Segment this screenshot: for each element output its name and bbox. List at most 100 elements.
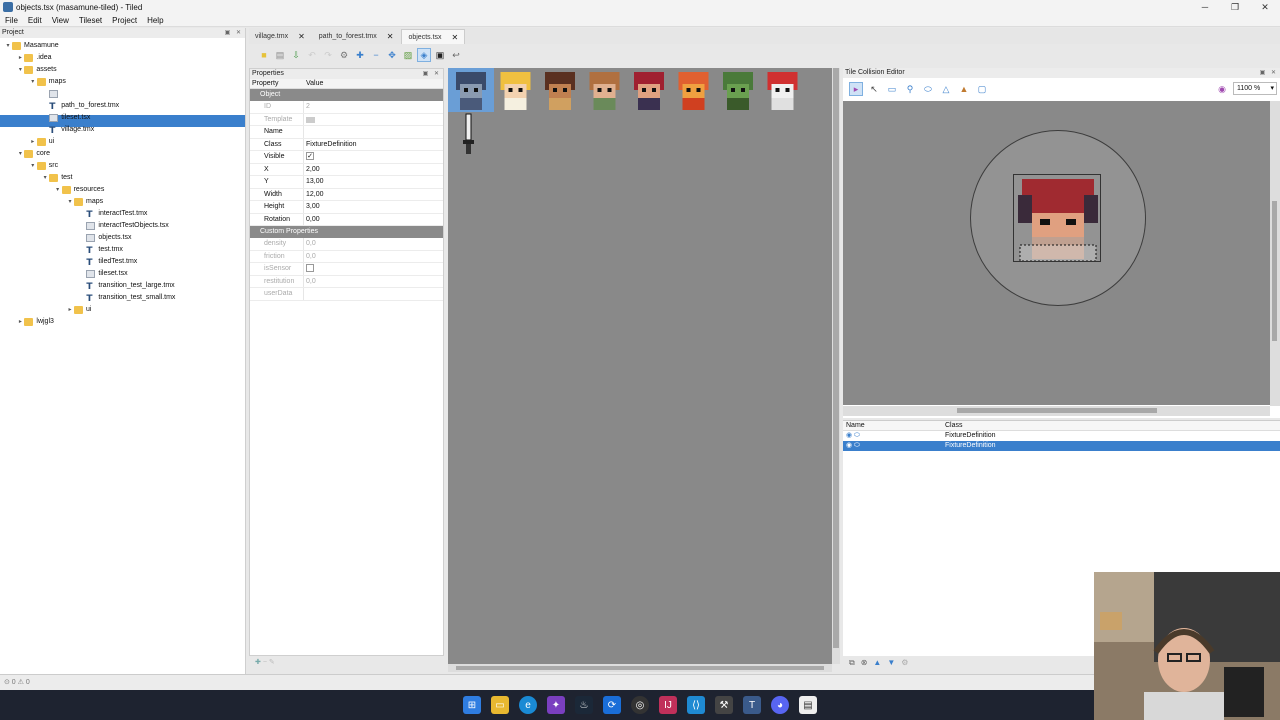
property-row[interactable]: X 2,00 xyxy=(250,163,443,176)
tree-item[interactable]: transition_test_small.tmx xyxy=(78,292,175,304)
minimize-button[interactable]: ─ xyxy=(1190,0,1220,14)
property-row[interactable]: Y 13,00 xyxy=(250,176,443,189)
add-tile-icon[interactable]: ✚ xyxy=(353,48,367,62)
template-icon[interactable] xyxy=(306,116,315,123)
scroll-thumb[interactable] xyxy=(833,68,839,648)
chevron-down-icon[interactable]: ▾ xyxy=(41,172,49,184)
close-tab-icon[interactable]: ✕ xyxy=(387,32,394,41)
property-row[interactable]: Template xyxy=(250,113,443,126)
tree-item[interactable]: objects.tsx xyxy=(78,232,131,244)
property-row[interactable]: ID 2 xyxy=(250,101,443,114)
chevron-down-icon[interactable]: ▾ xyxy=(54,184,62,196)
tree-item[interactable]: ▾ maps xyxy=(29,76,66,88)
move-icon[interactable]: ✥ xyxy=(385,48,399,62)
chevron-down-icon[interactable]: ▾ xyxy=(16,148,24,160)
object-properties-icon[interactable]: ⚙ xyxy=(901,658,908,670)
tree-item[interactable]: tileset.tsx xyxy=(41,112,90,124)
property-value[interactable]: 2 xyxy=(304,101,443,113)
tiled-taskbar-icon[interactable]: T xyxy=(743,696,761,714)
chevron-down-icon[interactable]: ▾ xyxy=(4,40,12,52)
tree-item[interactable]: interactTestObjects.tsx xyxy=(78,220,169,232)
delete-object-icon[interactable]: ⊗ xyxy=(861,658,868,670)
scroll-thumb[interactable] xyxy=(957,408,1157,413)
tileset-horizontal-scrollbar[interactable] xyxy=(448,664,832,672)
menu-file[interactable]: File xyxy=(2,16,21,25)
add-property-icon[interactable]: ✚ xyxy=(255,659,261,666)
panel-float-close-icon[interactable]: ▣ ✕ xyxy=(1260,68,1278,78)
tree-item[interactable]: village.tmx xyxy=(41,124,94,136)
custom-properties-header[interactable]: Custom Properties xyxy=(250,226,443,238)
property-checkbox[interactable] xyxy=(306,264,314,273)
tab-objects-tsx[interactable]: objects.tsx ✕ xyxy=(401,29,466,44)
tree-item[interactable]: transition_test_large.tmx xyxy=(78,280,174,292)
mage-sprite[interactable] xyxy=(500,72,531,110)
chevron-right-icon[interactable]: ▸ xyxy=(16,52,24,64)
chevron-down-icon[interactable]: ▾ xyxy=(66,196,74,208)
selected-rectangle-fixture[interactable] xyxy=(1019,244,1097,261)
duplicate-object-icon[interactable]: ⧉ xyxy=(849,658,855,670)
insert-tile-icon[interactable]: ▲ xyxy=(957,82,971,96)
maximize-button[interactable]: ❐ xyxy=(1220,0,1250,14)
insert-rectangle-icon[interactable]: ▭ xyxy=(885,82,899,96)
discord-icon[interactable]: ◕ xyxy=(771,696,789,714)
property-value[interactable]: FixtureDefinition xyxy=(304,139,443,151)
collision-horizontal-scrollbar[interactable] xyxy=(843,406,1270,416)
object-group-header[interactable]: Object xyxy=(250,89,443,101)
tree-item[interactable]: ▸ ui xyxy=(29,136,54,148)
chevron-right-icon[interactable]: ▸ xyxy=(29,136,37,148)
property-value[interactable]: 0,0 xyxy=(304,238,443,250)
close-tab-icon[interactable]: ✕ xyxy=(452,33,459,42)
tree-item[interactable]: ▾ core xyxy=(16,148,50,160)
chevron-down-icon[interactable]: ▾ xyxy=(29,76,37,88)
tab-village-tmx[interactable]: village.tmx ✕ xyxy=(249,29,311,44)
select-objects-icon[interactable]: ▸ xyxy=(849,82,863,96)
new-tileset-icon[interactable]: ■ xyxy=(257,48,271,62)
zoom-select[interactable]: 1100 % ▾ xyxy=(1233,82,1277,95)
insert-point-icon[interactable]: ⚲ xyxy=(903,82,917,96)
collision-canvas[interactable] xyxy=(843,101,1270,405)
tileset-properties-icon[interactable]: ⚙ xyxy=(337,48,351,62)
tileset-vertical-scrollbar[interactable] xyxy=(832,68,840,664)
property-row[interactable]: friction 0,0 xyxy=(250,250,443,263)
vscode-icon[interactable]: ⟨⟩ xyxy=(687,696,705,714)
rename-property-icon[interactable]: ✎ xyxy=(269,659,275,666)
chevron-right-icon[interactable]: ▸ xyxy=(66,304,74,316)
dynamic-wrapping-icon[interactable]: ↩ xyxy=(449,48,463,62)
tree-item[interactable]: test.tmx xyxy=(78,244,123,256)
property-value[interactable]: ✓ xyxy=(304,151,443,163)
insert-template-icon[interactable]: ▢ xyxy=(975,82,989,96)
property-value[interactable]: 2,00 xyxy=(304,164,443,176)
property-row[interactable]: Width 12,00 xyxy=(250,188,443,201)
panel-float-close-icon[interactable]: ▣ ✕ xyxy=(225,28,243,38)
tree-item[interactable]: ▾ resources xyxy=(54,184,104,196)
property-value[interactable] xyxy=(304,288,443,300)
tileset-view[interactable] xyxy=(448,68,832,664)
tree-item[interactable]: ▾ src xyxy=(29,160,58,172)
move-up-icon[interactable]: ▲ xyxy=(873,658,881,670)
property-row[interactable]: Class FixtureDefinition xyxy=(250,138,443,151)
app-icon[interactable]: ⚒ xyxy=(715,696,733,714)
app-icon[interactable]: ✦ xyxy=(547,696,565,714)
menu-edit[interactable]: Edit xyxy=(25,16,45,25)
menu-help[interactable]: Help xyxy=(144,16,166,25)
collision-editor-icon[interactable]: ◈ xyxy=(417,48,431,62)
property-value[interactable]: 0,0 xyxy=(304,251,443,263)
tree-item[interactable]: path_to_forest.tmx xyxy=(41,100,119,112)
scroll-thumb[interactable] xyxy=(1272,201,1277,341)
object-row[interactable]: ◉ ⬭ FixtureDefinition xyxy=(843,431,1280,441)
menu-project[interactable]: Project xyxy=(109,16,140,25)
property-value[interactable] xyxy=(304,126,443,138)
property-row[interactable]: Name xyxy=(250,126,443,139)
mushroom-sprite[interactable] xyxy=(767,72,798,110)
tree-item[interactable]: ▸ .idea xyxy=(16,52,52,64)
tree-item[interactable]: ▸ lwjgl3 xyxy=(16,316,54,328)
property-checkbox[interactable]: ✓ xyxy=(306,152,314,161)
property-row[interactable]: Visible ✓ xyxy=(250,151,443,164)
app-icon[interactable]: ⟳ xyxy=(603,696,621,714)
chevron-down-icon[interactable]: ▾ xyxy=(16,64,24,76)
chevron-down-icon[interactable]: ▾ xyxy=(29,160,37,172)
windows-start-icon[interactable]: ⊞ xyxy=(463,696,481,714)
property-row[interactable]: userData xyxy=(250,288,443,301)
visibility-eye-icon[interactable]: ◉ ⬭ xyxy=(843,431,943,441)
property-row[interactable]: restitution 0,0 xyxy=(250,275,443,288)
